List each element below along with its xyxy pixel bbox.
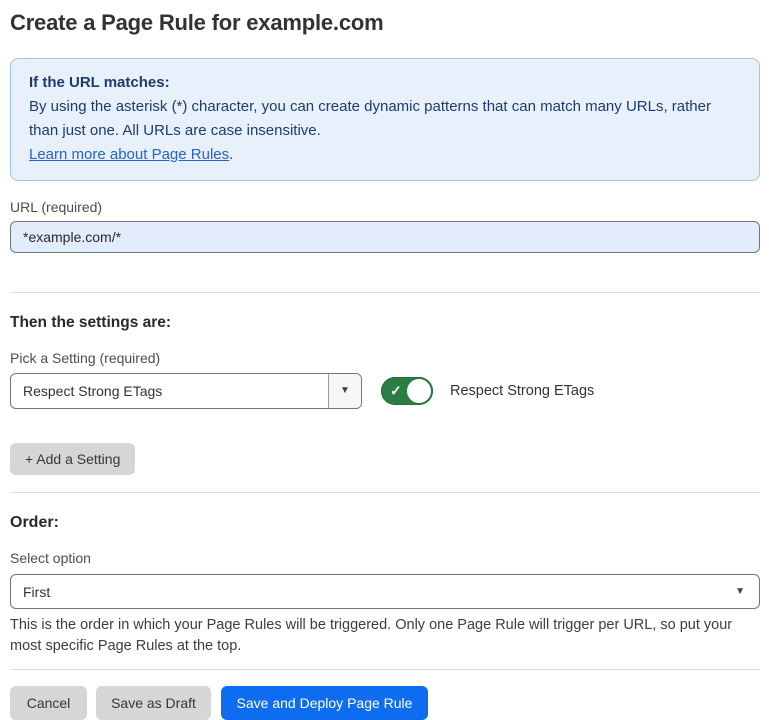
chevron-down-icon: ▼	[340, 386, 350, 396]
order-help-text: This is the order in which your Page Rul…	[10, 615, 760, 657]
url-field-label: URL (required)	[10, 198, 760, 216]
info-box-body: By using the asterisk (*) character, you…	[29, 95, 741, 143]
learn-more-link[interactable]: Learn more about Page Rules	[29, 146, 229, 163]
toggle-knob	[407, 379, 431, 403]
page-title: Create a Page Rule for example.com	[10, 10, 760, 36]
order-select-value: First	[23, 584, 735, 600]
create-page-rule-form: Create a Page Rule for example.com If th…	[0, 0, 769, 720]
chevron-down-icon: ▼	[735, 587, 745, 597]
url-input[interactable]	[10, 221, 760, 253]
setting-select-arrow-button[interactable]: ▼	[328, 374, 361, 408]
save-as-draft-button[interactable]: Save as Draft	[96, 686, 211, 720]
check-icon: ✓	[390, 383, 402, 400]
order-select[interactable]: First ▼	[10, 574, 760, 609]
url-match-info-box: If the URL matches: By using the asteris…	[10, 58, 760, 181]
link-period: .	[229, 146, 233, 163]
pick-setting-label: Pick a Setting (required)	[10, 349, 760, 367]
save-and-deploy-button[interactable]: Save and Deploy Page Rule	[221, 686, 428, 720]
section-divider	[10, 492, 760, 493]
setting-select-value: Respect Strong ETags	[11, 374, 328, 408]
info-box-heading: If the URL matches:	[29, 71, 741, 95]
setting-select[interactable]: Respect Strong ETags ▼	[10, 373, 362, 409]
info-box-link-line: Learn more about Page Rules.	[29, 143, 741, 167]
respect-strong-etags-toggle[interactable]: ✓	[381, 377, 433, 405]
setting-row: Respect Strong ETags ▼ ✓ Respect Strong …	[10, 373, 760, 409]
footer-divider	[10, 669, 760, 670]
section-divider	[10, 292, 760, 293]
settings-section-heading: Then the settings are:	[10, 313, 760, 332]
add-setting-button[interactable]: + Add a Setting	[10, 443, 135, 475]
cancel-button[interactable]: Cancel	[10, 686, 87, 720]
footer-actions: Cancel Save as Draft Save and Deploy Pag…	[10, 686, 760, 720]
toggle-label: Respect Strong ETags	[450, 383, 594, 399]
order-select-label: Select option	[10, 549, 760, 567]
order-section-heading: Order:	[10, 513, 760, 532]
